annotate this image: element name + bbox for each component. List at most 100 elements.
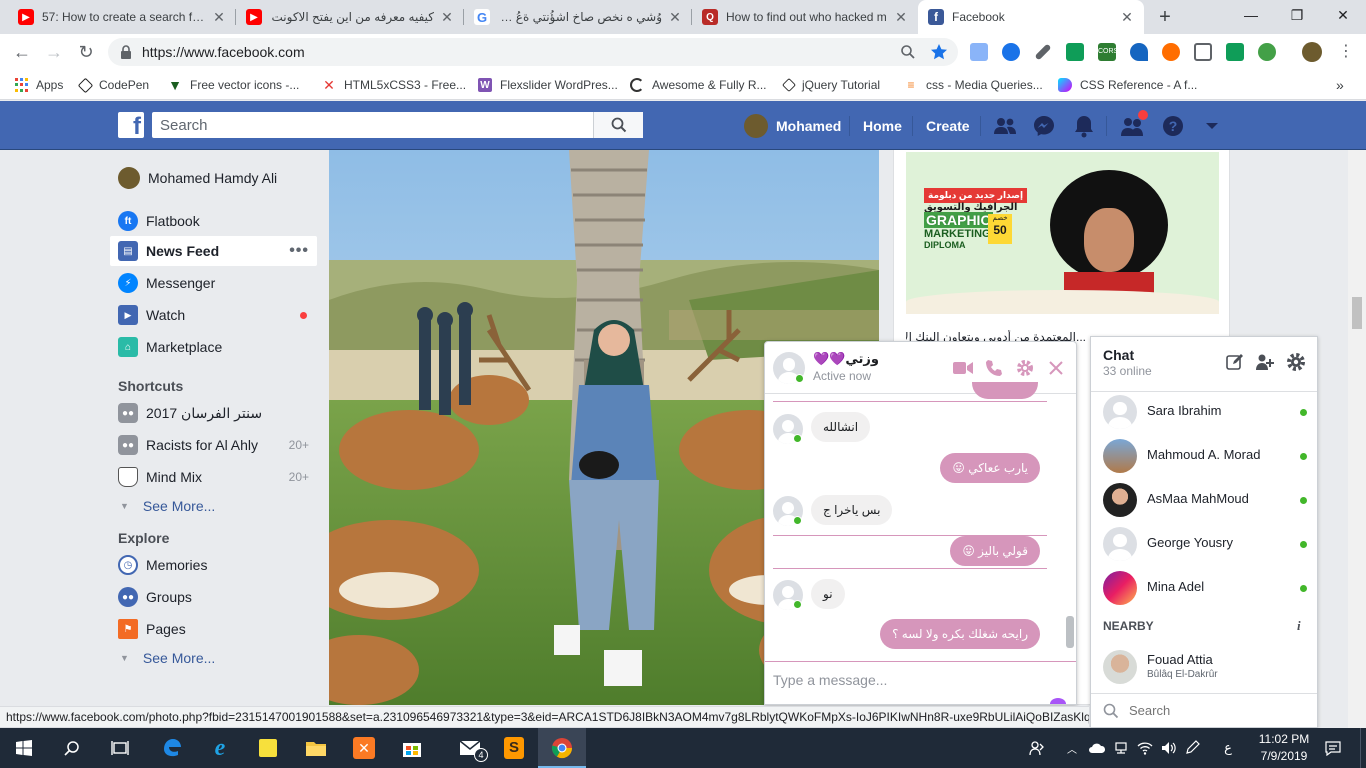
browser-tab[interactable]: ▶ 57: How to create a search field ✕ <box>8 0 236 34</box>
system-clock[interactable]: 11:02 PM 7/9/2019 <box>1248 731 1320 765</box>
back-button[interactable]: ← <box>10 40 34 64</box>
bookmark-flexslider[interactable]: W Flexslider WordPres... <box>478 76 618 94</box>
volume-icon[interactable] <box>1158 728 1180 768</box>
chat-scrollbar[interactable] <box>1066 616 1074 648</box>
menu-kebab-icon[interactable]: ⋮ <box>1334 40 1358 64</box>
input-language-indicator[interactable]: ع <box>1214 728 1242 768</box>
xampp-icon[interactable]: ✕ <box>340 728 388 768</box>
chat-contact-row[interactable]: AsMaa MahMoud <box>1091 478 1317 522</box>
chat-contact-row[interactable]: George Yousry <box>1091 522 1317 566</box>
info-icon[interactable]: i <box>1297 618 1301 634</box>
sidebar-profile[interactable]: Mohamed Hamdy Ali <box>110 163 317 193</box>
eyedropper-ext-icon[interactable] <box>1034 43 1052 61</box>
sidebar-item-news-feed[interactable]: ▤ News Feed ••• <box>110 236 317 266</box>
sponsored-ad-image[interactable]: إصدار جديد من دبلومة الجرافيك والتسويق G… <box>906 152 1219 314</box>
download-green-ext-icon[interactable] <box>1066 43 1084 61</box>
close-tab-icon[interactable]: ✕ <box>894 9 908 26</box>
page-scrollbar[interactable] <box>1348 150 1366 728</box>
settings-gear-icon[interactable] <box>1015 358 1035 378</box>
close-tab-icon[interactable]: ✕ <box>1120 9 1134 26</box>
chat-contact-row[interactable]: Mina Adel <box>1091 566 1317 610</box>
shortcut-item[interactable]: ●● 2017 سنتر الفرسان <box>110 398 317 428</box>
chat-contact-row[interactable]: Mahmoud A. Morad <box>1091 434 1317 478</box>
globe-ext-icon[interactable] <box>1258 43 1276 61</box>
heart-emoji-icon[interactable] <box>1050 698 1066 704</box>
onedrive-icon[interactable] <box>1086 728 1108 768</box>
wifi-icon[interactable] <box>1134 728 1156 768</box>
sublime-icon[interactable]: S <box>490 728 538 768</box>
chat-settings-gear-icon[interactable] <box>1286 352 1306 372</box>
chat-contact-row[interactable]: Sara Ibrahim <box>1091 390 1317 434</box>
close-chat-icon[interactable] <box>1046 358 1066 378</box>
sidebar-item-pages[interactable]: ⚑ Pages <box>110 614 317 644</box>
action-center-icon[interactable] <box>1320 728 1346 768</box>
address-bar[interactable]: https://www.facebook.com <box>108 38 958 66</box>
chat-message-input[interactable] <box>773 672 1063 688</box>
search-icon[interactable] <box>48 728 96 768</box>
maximize-button[interactable]: ❐ <box>1274 0 1320 30</box>
bookmark-star-icon[interactable] <box>930 43 948 61</box>
task-view-icon[interactable] <box>96 728 144 768</box>
bookmark-jquery[interactable]: jQuery Tutorial <box>781 76 880 94</box>
forward-button[interactable]: → <box>42 40 66 64</box>
home-link[interactable]: Home <box>863 101 902 150</box>
pen-icon[interactable] <box>1182 728 1204 768</box>
close-tab-icon[interactable]: ✕ <box>212 9 226 26</box>
see-more-explore[interactable]: ▼ See More... <box>120 650 215 666</box>
see-more-shortcuts[interactable]: ▼ See More... <box>120 498 215 514</box>
friend-requests-icon[interactable] <box>992 113 1018 139</box>
nearby-contact-row[interactable]: Fouad Attia Bûlâq El-Dakrûr <box>1091 645 1317 689</box>
sidebar-item-flatbook[interactable]: ft Flatbook <box>110 206 317 236</box>
phone-call-icon[interactable] <box>984 358 1004 378</box>
people-icon[interactable] <box>1024 728 1050 768</box>
sticky-notes-icon[interactable] <box>244 728 292 768</box>
facebook-logo-icon[interactable]: f <box>118 112 144 140</box>
browser-tab[interactable]: ▶ كيفيه معرفه من اين يفتح الاكونت ✕ <box>236 0 464 34</box>
extension-icon[interactable] <box>1162 43 1180 61</box>
more-bookmarks-chevron-icon[interactable]: » <box>1336 76 1344 94</box>
video-call-icon[interactable] <box>953 358 973 378</box>
chat-contact-name[interactable]: 💜💜وزتي <box>813 351 879 367</box>
reload-button[interactable]: ↻ <box>74 40 98 64</box>
shortcut-item[interactable]: ●● Racists for Al Ahly 20+ <box>110 430 317 460</box>
browser-tab[interactable]: G وُشي ه نخص صاخ اشؤُنتي ةعُ ـشـ ✕ <box>464 0 692 34</box>
bookmark-css-media-queries[interactable]: ≡ css - Media Queries... <box>904 76 1042 94</box>
sidebar-item-marketplace[interactable]: ⌂ Marketplace <box>110 332 317 362</box>
file-explorer-icon[interactable] <box>292 728 340 768</box>
minimize-button[interactable]: — <box>1228 0 1274 30</box>
bookmark-codepen[interactable]: CodePen <box>77 76 149 94</box>
help-question-icon[interactable]: ? <box>1160 113 1186 139</box>
sidebar-item-groups[interactable]: ●● Groups <box>110 582 317 612</box>
show-hidden-icons-chevron-icon[interactable]: ︿ <box>1062 728 1082 768</box>
bookmark-free-vector-icons[interactable]: ▼ Free vector icons -... <box>168 76 299 94</box>
search-button[interactable] <box>593 112 643 138</box>
more-options-icon[interactable]: ••• <box>289 242 309 260</box>
bookmark-css-reference[interactable]: CSS Reference - A f... <box>1058 76 1197 94</box>
network-icon[interactable] <box>1110 728 1132 768</box>
create-group-icon[interactable] <box>1255 352 1275 372</box>
close-tab-icon[interactable]: ✕ <box>440 9 454 26</box>
download-arrow-ext-icon[interactable] <box>1226 43 1244 61</box>
sidebar-item-memories[interactable]: ◷ Memories <box>110 550 317 580</box>
cors-ext-icon[interactable]: CORS <box>1098 43 1118 61</box>
close-window-button[interactable]: ✕ <box>1320 0 1366 30</box>
zoom-icon[interactable] <box>900 44 916 60</box>
store-icon[interactable] <box>388 728 436 768</box>
show-desktop-button[interactable] <box>1360 728 1366 768</box>
facebook-search-input[interactable] <box>152 113 593 137</box>
bookmark-awesome[interactable]: Awesome & Fully R... <box>630 76 766 94</box>
close-tab-icon[interactable]: ✕ <box>668 9 682 26</box>
chrome-icon[interactable] <box>538 728 586 768</box>
browser-tab-active[interactable]: f Facebook ✕ <box>918 0 1144 34</box>
bookmark-html5css3[interactable]: ✕ HTML5xCSS3 - Free... <box>322 76 466 94</box>
mail-icon[interactable]: 4 <box>446 728 494 768</box>
chat-title[interactable]: Chat <box>1103 347 1134 363</box>
scrollbar-thumb[interactable] <box>1352 297 1362 329</box>
pause-ext-icon[interactable] <box>1002 43 1020 61</box>
profile-avatar[interactable] <box>1302 42 1322 62</box>
shortcut-item[interactable]: Mind Mix 20+ <box>110 462 317 492</box>
download-ext-icon[interactable] <box>970 43 988 61</box>
messenger-icon[interactable] <box>1031 113 1057 139</box>
new-message-icon[interactable] <box>1225 352 1245 372</box>
sidebar-item-watch[interactable]: ▶ Watch <box>110 300 317 330</box>
